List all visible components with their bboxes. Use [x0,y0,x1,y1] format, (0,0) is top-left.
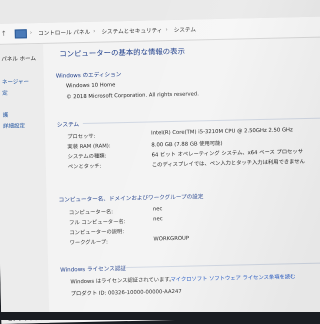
breadcrumb-separator-icon: › [165,27,168,34]
up-arrow-icon[interactable]: ↑ [1,30,9,38]
license-header: Windows ライセンス認証 [60,266,127,274]
processor-value: Intel(R) Core(TM) i5-3210M CPU @ 2.50GHz… [151,127,293,137]
system-type-label: システムの種類: [67,153,107,161]
control-panel-icon [14,28,27,39]
breadcrumb-control-panel[interactable]: コントロール パネル [38,28,90,37]
system-header: システム [56,122,80,129]
ram-label: 実装 RAM (RAM): [67,143,111,151]
ram-value: 8.00 GB (7.88 GB 使用可能) [151,140,223,149]
computer-name-value: nec [152,206,163,213]
monitor-bezel [0,312,320,320]
pen-touch-value: このディスプレイでは、ペン入力とタッチ入力は利用できません [151,158,305,169]
edition-copyright: © 2018 Microsoft Corporation. All rights… [66,91,199,101]
main-content: コンピューターの基本的な情報の表示 Windows のエディション Window… [49,37,320,323]
section-divider [82,117,320,125]
sidebar-item-remote-settings[interactable]: 定 [2,89,8,97]
computer-name-label: コンピューター名: [68,209,114,217]
breadcrumb-separator-icon: › [29,30,33,37]
product-id: プロダクト ID: 00326-10000-00000-AA247 [70,288,182,298]
breadcrumb-system-security[interactable]: システムとセキュリティ [101,26,162,35]
breadcrumb-separator-icon: › [93,28,96,35]
license-status: Windows はライセンス認証されています。 [70,276,175,286]
full-computer-name-label: フル コンピューター名: [69,219,126,227]
full-computer-name-value: nec [152,216,163,223]
computer-description-label: コンピューターの説明: [69,229,125,237]
edition-name: Windows 10 Home [65,82,116,90]
workgroup-value: WORKGROUP [153,235,190,243]
workgroup-label: ワークグループ: [69,239,108,247]
breadcrumb-system[interactable]: システム [174,25,196,34]
sidebar: パネル ホーム ネージャー 定 護 詳細設定 とメンテナンス [0,43,50,324]
license-terms-link[interactable]: マイクロソフト ソフトウェア ライセンス条項を読む [170,272,295,283]
pen-touch-label: ペンとタッチ: [67,163,102,171]
domain-header: コンピューター名、ドメインおよびワークグループの設定 [58,194,204,204]
page-title: コンピューターの基本的な情報の表示 [59,46,186,59]
system-window: ↑ › コントロール パネル › システムとセキュリティ › システム パネル … [0,0,320,324]
sidebar-item-device-manager[interactable]: ネージャー [2,77,29,86]
sidebar-item-advanced-settings[interactable]: 詳細設定 [3,121,25,129]
section-divider [126,262,320,269]
processor-label: プロセッサ: [67,133,96,141]
edition-header: Windows のエディション [55,72,122,80]
sidebar-home-link[interactable]: パネル ホーム [1,54,36,63]
sidebar-item-system-protection[interactable]: 護 [3,111,9,119]
